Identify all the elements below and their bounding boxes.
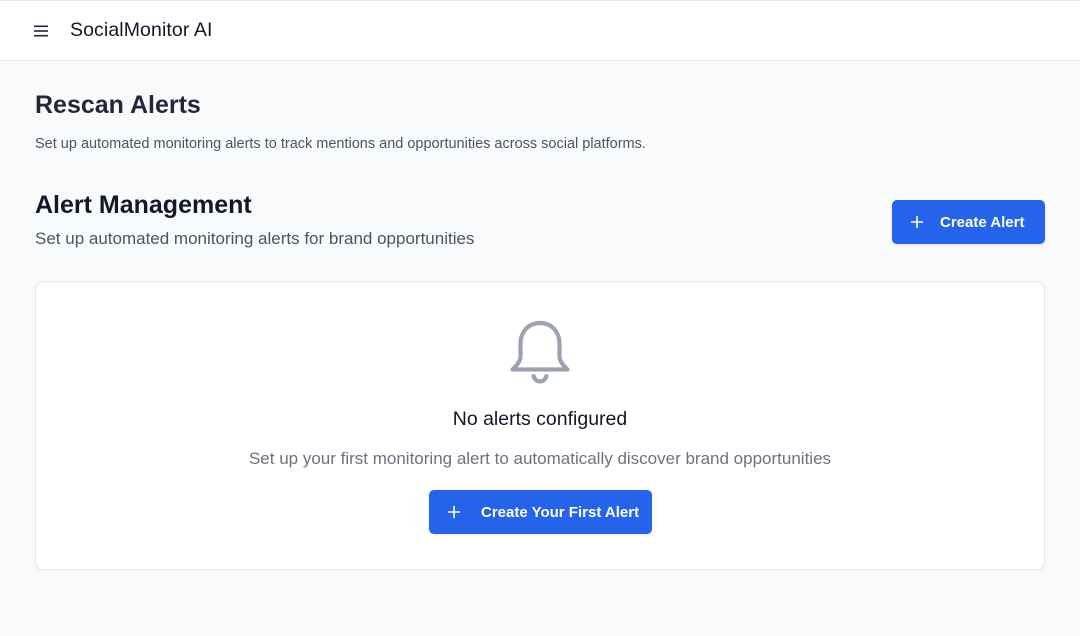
alert-management-header: Alert Management Set up automated monito… [35,190,474,249]
create-alert-button[interactable]: Create Alert [892,200,1045,244]
plus-icon [447,505,461,519]
empty-state-card: No alerts configured Set up your first m… [35,281,1045,570]
page-description: Set up automated monitoring alerts to tr… [35,136,646,152]
empty-state-description: Set up your first monitoring alert to au… [248,449,832,468]
page-title: Rescan Alerts [35,91,201,119]
page-header: Rescan Alerts Set up automated monitorin… [35,90,646,152]
bell-icon [508,318,572,386]
plus-icon [910,215,924,229]
section-description: Set up automated monitoring alerts for b… [35,229,475,248]
section-title: Alert Management [35,191,252,219]
app-title: SocialMonitor AI [70,19,213,41]
top-navigation-bar: SocialMonitor AI [0,0,1080,61]
create-alert-label: Create Alert [940,213,1025,231]
create-first-alert-button[interactable]: Create Your First Alert [429,490,652,534]
hamburger-menu-icon[interactable] [29,19,53,43]
create-first-alert-label: Create Your First Alert [481,503,640,521]
empty-state-title: No alerts configured [452,408,628,430]
